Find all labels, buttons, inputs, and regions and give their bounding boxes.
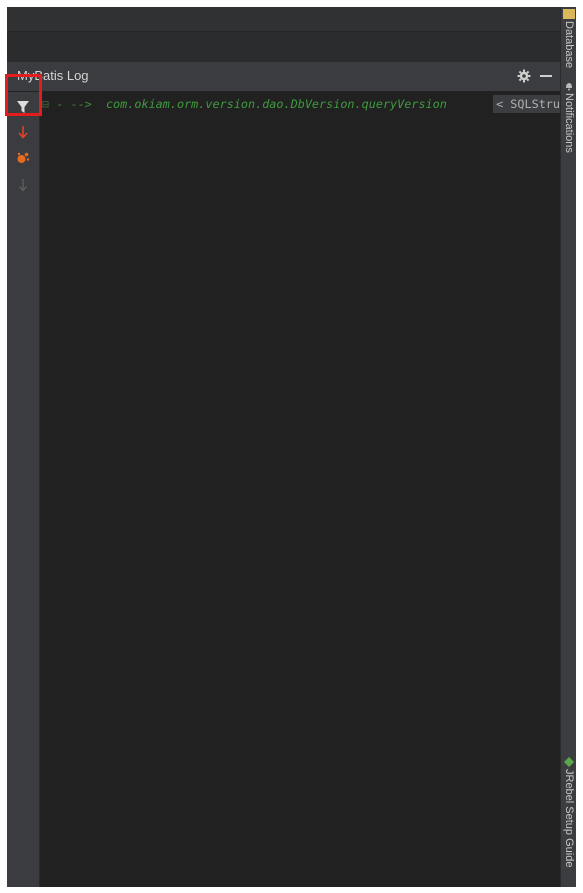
- log-prefix: - -->: [56, 97, 92, 111]
- tab-database[interactable]: Database: [561, 7, 576, 68]
- log-method: com.okiam.orm.version.dao.DbVersion.quer…: [105, 97, 447, 111]
- tab-notifications-label: Notifications: [563, 93, 575, 153]
- filter-highlight-box: [5, 74, 42, 116]
- arrow-down-icon: [18, 126, 28, 139]
- log-toolbar: [7, 92, 40, 887]
- tab-jrebel[interactable]: JRebel Setup Guide: [561, 755, 576, 867]
- ide-window: MyBatis Log ⊟ - --> com.okiam.orm.versio…: [7, 7, 576, 887]
- soft-wrap-button[interactable]: [12, 174, 34, 196]
- fold-marker[interactable]: ⊟: [42, 97, 49, 111]
- tool-window-header: MyBatis Log: [7, 62, 560, 92]
- arrow-down-icon: [18, 179, 28, 192]
- scroll-to-end-button[interactable]: [12, 121, 34, 143]
- bell-icon: [563, 81, 575, 91]
- log-line: ⊟ - --> com.okiam.orm.version.dao.DbVers…: [40, 95, 560, 113]
- database-icon: [563, 9, 575, 19]
- tab-database-label: Database: [563, 21, 575, 69]
- minimize-icon[interactable]: [537, 67, 555, 85]
- tab-jrebel-label: JRebel Setup Guide: [563, 769, 575, 868]
- jrebel-icon: [563, 757, 575, 767]
- sql-preview: < SQLStru: [493, 95, 560, 113]
- editor-area-strip: [7, 32, 560, 63]
- gear-icon[interactable]: [515, 67, 533, 85]
- bug-icon: [17, 152, 30, 163]
- right-tool-stripe: Database Notifications JRebel Setup Guid…: [560, 7, 576, 887]
- debug-button[interactable]: [12, 147, 34, 169]
- log-console[interactable]: ⊟ - --> com.okiam.orm.version.dao.DbVers…: [40, 92, 560, 887]
- tab-notifications[interactable]: Notifications: [561, 79, 576, 153]
- editor-tab-strip: [7, 7, 560, 32]
